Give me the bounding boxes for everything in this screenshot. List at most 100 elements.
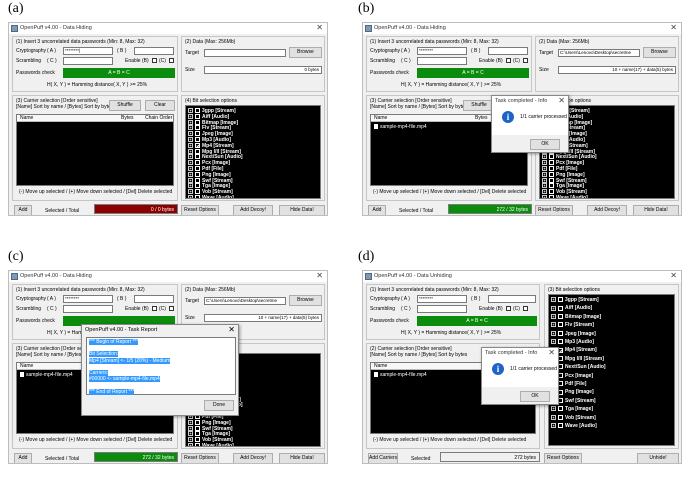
expand-icon[interactable]: + <box>551 330 556 336</box>
expand-icon[interactable]: + <box>188 125 193 131</box>
expand-icon[interactable]: + <box>188 431 193 437</box>
clear-button[interactable]: Clear <box>145 100 175 111</box>
bit-checkbox[interactable] <box>549 154 554 160</box>
add-decoy-button[interactable]: Add Decoy! <box>233 205 273 215</box>
password-a-input[interactable]: ******** <box>63 295 113 303</box>
expand-icon[interactable]: + <box>542 171 547 177</box>
password-c-input[interactable] <box>417 57 467 65</box>
bit-selection-item[interactable]: + Aiff [Audio] <box>551 305 672 312</box>
report-text-area[interactable]: *** Begin of Report *** Bit Selection: Mp4… <box>86 337 236 395</box>
bit-checkbox[interactable] <box>195 437 200 443</box>
target-input[interactable]: C:\Users\Lenovo\Desktop\secretme <box>204 297 286 305</box>
expand-icon[interactable]: + <box>188 437 193 443</box>
bit-selection-item[interactable]: +Next/Sun [Audio] <box>551 364 672 371</box>
bit-checkbox[interactable] <box>195 195 200 198</box>
ok-button[interactable]: OK <box>530 139 560 150</box>
expand-icon[interactable]: + <box>551 339 556 345</box>
expand-icon[interactable]: + <box>188 177 193 183</box>
expand-icon[interactable]: + <box>188 183 193 189</box>
password-a-input[interactable]: ******** <box>417 295 467 303</box>
bit-checkbox[interactable] <box>195 177 200 183</box>
bit-selection-item[interactable]: + Jpeg [Image] <box>551 331 672 338</box>
password-b-input[interactable] <box>488 47 528 55</box>
bit-checkbox[interactable] <box>549 177 554 183</box>
add-carriers-button[interactable]: Add <box>14 453 32 463</box>
bit-selection-item[interactable]: + Wave [Audio] <box>542 195 672 198</box>
expand-icon[interactable]: + <box>188 113 193 119</box>
enable-c-checkbox[interactable] <box>169 306 174 311</box>
bit-selection-item[interactable]: + Wave [Audio] <box>188 195 318 198</box>
bit-checkbox[interactable] <box>549 160 554 166</box>
enable-b-checkbox[interactable] <box>152 58 157 63</box>
expand-icon[interactable]: + <box>551 313 556 319</box>
carrier-row[interactable]: sample-mp4-file.mp4 <box>374 124 427 130</box>
expand-icon[interactable]: + <box>551 322 556 328</box>
browse-button[interactable]: Browse <box>289 295 322 306</box>
bit-checkbox[interactable] <box>195 108 200 113</box>
bit-checkbox[interactable] <box>195 137 200 142</box>
bit-checkbox[interactable] <box>195 171 200 177</box>
bit-checkbox[interactable] <box>558 297 563 303</box>
expand-icon[interactable]: + <box>542 166 547 171</box>
hide-data-button[interactable]: Hide Data! <box>279 205 325 215</box>
expand-icon[interactable]: + <box>188 137 193 142</box>
expand-icon[interactable]: + <box>542 160 547 166</box>
bit-checkbox[interactable] <box>558 305 563 311</box>
bit-selection-list[interactable]: +3gpp [Stream]+Aiff [Audio]+Bitmap [Imag… <box>185 105 321 199</box>
dialog-close-icon[interactable]: ✕ <box>548 348 555 357</box>
target-input[interactable] <box>204 49 286 57</box>
add-decoy-button[interactable]: Add Decoy! <box>587 205 627 215</box>
hide-data-button[interactable]: Hide Data! <box>633 205 679 215</box>
expand-icon[interactable]: + <box>188 419 193 425</box>
bit-checkbox[interactable] <box>549 171 554 177</box>
bit-checkbox[interactable] <box>195 131 200 137</box>
add-decoy-button[interactable]: Add Decoy! <box>233 453 273 463</box>
bit-checkbox[interactable] <box>558 330 563 336</box>
hide-data-button[interactable]: Hide Data! <box>279 453 325 463</box>
bit-checkbox[interactable] <box>558 414 563 420</box>
expand-icon[interactable]: + <box>542 189 547 195</box>
bit-checkbox[interactable] <box>195 113 200 119</box>
reset-options-button[interactable]: Reset Options <box>535 205 573 215</box>
ok-button[interactable]: OK <box>520 391 550 402</box>
bit-checkbox[interactable] <box>558 322 563 328</box>
bit-selection-item[interactable]: +3gpp [Stream] <box>551 297 672 304</box>
expand-icon[interactable]: + <box>188 166 193 171</box>
bit-selection-item[interactable]: +Pdf [File] <box>551 381 672 388</box>
expand-icon[interactable]: + <box>542 154 547 160</box>
bit-checkbox[interactable] <box>195 189 200 195</box>
carrier-row[interactable]: sample-mp4-file.mp4 <box>374 372 427 378</box>
bit-checkbox[interactable] <box>195 160 200 166</box>
expand-icon[interactable]: + <box>188 142 193 148</box>
expand-icon[interactable]: + <box>188 119 193 125</box>
bit-checkbox[interactable] <box>195 154 200 160</box>
bit-checkbox[interactable] <box>558 406 563 412</box>
bit-selection-item[interactable]: + Tga [Image] <box>551 406 672 413</box>
bit-selection-item[interactable]: + Bitmap [Image] <box>551 314 672 321</box>
bit-checkbox[interactable] <box>195 443 200 446</box>
bit-checkbox[interactable] <box>195 142 200 148</box>
expand-icon[interactable]: + <box>542 183 547 189</box>
enable-c-checkbox[interactable] <box>169 58 174 63</box>
password-b-input[interactable] <box>134 295 174 303</box>
bit-checkbox[interactable] <box>195 166 200 171</box>
bit-checkbox[interactable] <box>195 431 200 437</box>
expand-icon[interactable]: + <box>188 425 193 431</box>
expand-icon[interactable]: + <box>188 443 193 446</box>
expand-icon[interactable]: + <box>188 171 193 177</box>
password-c-input[interactable] <box>63 57 113 65</box>
expand-icon[interactable]: + <box>188 160 193 166</box>
bit-checkbox[interactable] <box>195 419 200 425</box>
bit-selection-item[interactable]: + Wave [Audio] <box>551 423 672 430</box>
bit-checkbox[interactable] <box>195 425 200 431</box>
password-b-input[interactable] <box>134 47 174 55</box>
expand-icon[interactable]: + <box>188 189 193 195</box>
bit-selection-list[interactable]: +3gpp [Stream]+Aiff [Audio] +Bitmap [Imag… <box>548 294 675 446</box>
reset-options-button[interactable]: Reset Options <box>544 453 582 463</box>
bit-selection-item[interactable]: +Png [Image] <box>551 389 672 396</box>
bit-selection-item[interactable]: +Mp4 [Stream] <box>551 347 672 354</box>
expand-icon[interactable]: + <box>542 195 547 198</box>
expand-icon[interactable]: + <box>188 154 193 160</box>
expand-icon[interactable]: + <box>188 108 193 113</box>
expand-icon[interactable]: + <box>551 414 556 420</box>
